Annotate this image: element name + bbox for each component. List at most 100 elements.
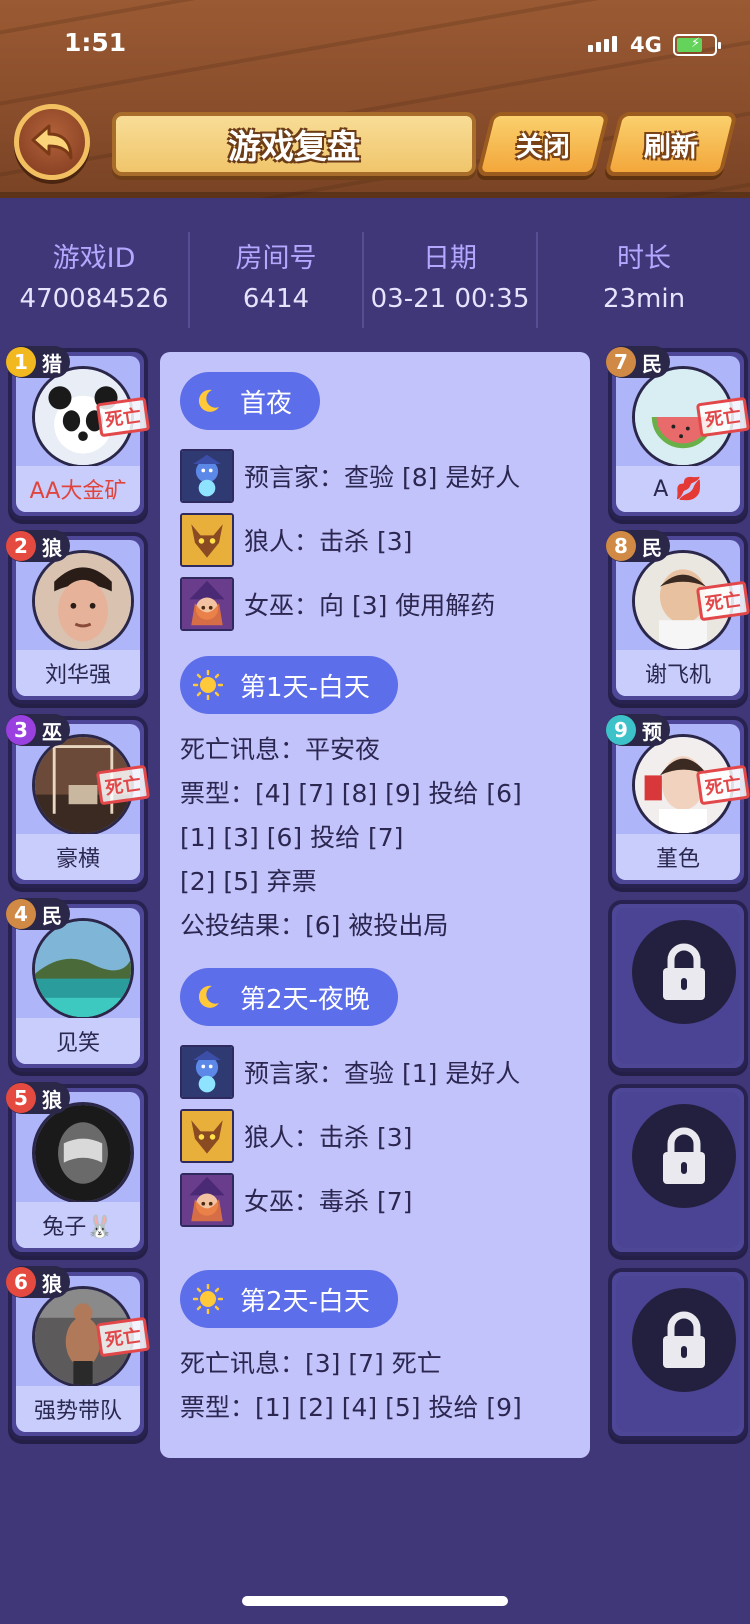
game-id-label: 游戏ID (52, 243, 136, 274)
player-name: 谢飞机 (616, 650, 740, 696)
player-name: 见笑 (16, 1018, 140, 1064)
dead-stamp: 死亡 (695, 764, 750, 806)
player-name: 豪横 (16, 834, 140, 880)
lock-circle (632, 1104, 736, 1208)
seat-card: 刘华强 (16, 540, 140, 696)
sun-icon (192, 1283, 224, 1315)
seat-card (616, 1092, 740, 1248)
duration-label: 时长 (617, 243, 671, 274)
close-button-label: 关闭 (516, 131, 570, 163)
moon-icon (192, 385, 224, 417)
phase-first-night: 首夜 (180, 372, 321, 430)
log-action-text: 女巫：毒杀 [7] (244, 1187, 413, 1216)
refresh-button-label: 刷新 (644, 131, 698, 163)
room-number-value: 6414 (242, 284, 310, 314)
log-action-row: 狼人：击杀 [3] (180, 1104, 580, 1168)
player-seat-6[interactable]: 强势带队 6 狼死亡 (6, 1266, 151, 1440)
seat-badge: 3巫 (6, 714, 70, 746)
seer-icon (180, 449, 234, 503)
lock-icon (663, 1311, 705, 1368)
game-log-content: 首夜 预言家：查验 [8] 是好人 狼人：击杀 [3] 女巫：向 [3] 使用解… (180, 372, 580, 1430)
lock-icon (663, 1127, 705, 1184)
player-seat-4[interactable]: 见笑 4 民 (6, 898, 148, 1072)
witch-icon (180, 577, 234, 631)
seat-number: 1 (6, 347, 36, 377)
log-action-row: 狼人：击杀 [3] (180, 508, 580, 572)
dead-stamp: 死亡 (95, 396, 151, 438)
signal-icon (588, 36, 617, 52)
date-label: 日期 (423, 243, 477, 274)
seat-badge: 5狼 (6, 1082, 70, 1114)
home-indicator[interactable] (242, 1596, 508, 1606)
seat-badge: 2狼 (6, 530, 70, 562)
seat-card (616, 908, 740, 1064)
locked-seat[interactable] (608, 1268, 748, 1440)
dead-stamp: 死亡 (95, 764, 151, 806)
seat-card: 见笑 (16, 908, 140, 1064)
player-seat-5[interactable]: 兔子🐰 5 狼 (6, 1082, 148, 1256)
back-arrow-icon (31, 124, 73, 160)
refresh-button[interactable]: 刷新 (604, 112, 738, 176)
seat-badge: 4民 (6, 898, 70, 930)
log-line: 票型：[4] [7] [8] [9] 投给 [6] (180, 779, 522, 808)
log-line: 死亡讯息：平安夜 (180, 735, 381, 764)
role-label: 猎 (42, 351, 62, 376)
phase-day1: 第1天-白天 (180, 656, 398, 714)
role-label: 民 (642, 535, 662, 560)
seat-number: 5 (6, 1083, 36, 1113)
locked-seat[interactable] (608, 1084, 748, 1256)
player-seat-1[interactable]: AA大金矿 1 猎死亡 (6, 346, 151, 520)
player-seat-3[interactable]: 豪横 3 巫死亡 (6, 714, 151, 888)
log-line: [1] [3] [6] 投给 [7] (180, 823, 404, 852)
log-action-row: 女巫：向 [3] 使用解药 (180, 572, 580, 636)
player-name: 刘华强 (16, 650, 140, 696)
role-label: 巫 (42, 719, 62, 744)
phase-night2: 第2天-夜晚 (180, 968, 398, 1026)
game-log-panel[interactable]: 首夜 预言家：查验 [8] 是好人 狼人：击杀 [3] 女巫：向 [3] 使用解… (160, 352, 590, 1458)
seat-number: 9 (606, 715, 636, 745)
player-seat-9[interactable]: 堇色 9 预死亡 (606, 714, 750, 888)
duration-value: 23min (602, 284, 686, 314)
lock-icon (663, 943, 705, 1000)
log-line: 票型：[1] [2] [4] [5] 投给 [9] (180, 1393, 522, 1422)
log-action-text: 狼人：击杀 [3] (244, 527, 413, 556)
log-action-row: 预言家：查验 [8] 是好人 (180, 444, 580, 508)
back-button[interactable] (14, 104, 90, 180)
lock-circle (632, 920, 736, 1024)
log-line: [2] [5] 弃票 (180, 867, 317, 896)
seat-badge: 1猎 (6, 346, 70, 378)
network-label: 4G (630, 33, 662, 57)
seat-badge: 6狼 (6, 1266, 70, 1298)
player-seat-8[interactable]: 谢飞机 8 民死亡 (606, 530, 750, 704)
page-title: 游戏复盘 (228, 127, 360, 166)
lock-circle (632, 1288, 736, 1392)
log-line: 公投结果：[6] 被投出局 (180, 911, 449, 940)
log-line: 死亡讯息：[3] [7] 死亡 (180, 1349, 442, 1378)
player-name: 堇色 (616, 834, 740, 880)
werewolf-icon (180, 513, 234, 567)
role-label: 民 (42, 903, 62, 928)
role-label: 预 (642, 719, 662, 744)
player-seat-2[interactable]: 刘华强 2 狼 (6, 530, 148, 704)
witch-icon (180, 1173, 234, 1227)
seat-number: 7 (606, 347, 636, 377)
role-label: 狼 (42, 1087, 62, 1112)
player-name: A 💋 (616, 466, 740, 512)
game-id-column: 游戏ID 470084526 (0, 232, 190, 328)
player-seat-7[interactable]: A 💋 7 民死亡 (606, 346, 750, 520)
seat-card (616, 1276, 740, 1432)
log-action-text: 预言家：查验 [8] 是好人 (244, 463, 521, 492)
room-number-column: 房间号 6414 (190, 232, 364, 328)
phase-title: 第1天-白天 (240, 672, 370, 703)
locked-seat[interactable] (608, 900, 748, 1072)
phase-day2: 第2天-白天 (180, 1270, 398, 1328)
battery-icon: ⚡ (673, 34, 721, 56)
close-button[interactable]: 关闭 (476, 112, 610, 176)
date-column: 日期 03-21 00:35 (364, 232, 538, 328)
seer-icon (180, 1045, 234, 1099)
dead-stamp: 死亡 (695, 396, 750, 438)
avatar (32, 918, 134, 1020)
seat-number: 4 (6, 899, 36, 929)
log-action-text: 预言家：查验 [1] 是好人 (244, 1059, 521, 1088)
log-action-text: 女巫：向 [3] 使用解药 (244, 591, 496, 620)
